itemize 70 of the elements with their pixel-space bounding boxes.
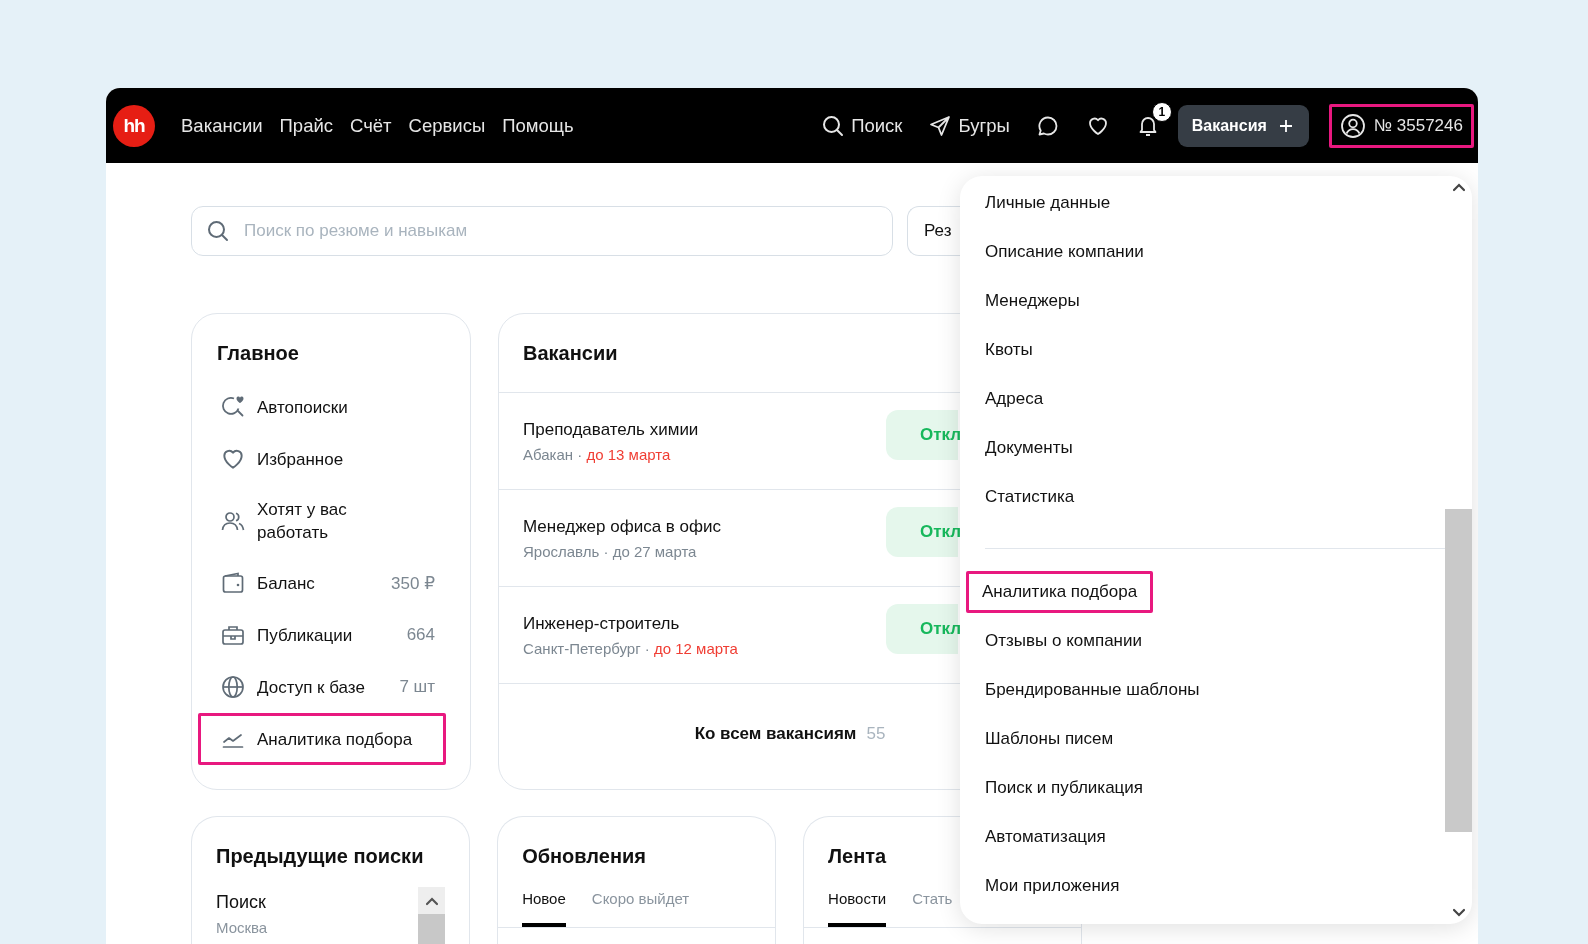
card-title: Главное (216, 342, 299, 365)
menu-item-row[interactable]: Доступ к базе 7 шт (196, 661, 466, 713)
dropdown-item[interactable]: Отзывы о компании (960, 620, 1145, 662)
user-icon (1339, 112, 1366, 139)
scroll-down-icon[interactable] (1451, 908, 1466, 918)
dropdown-item[interactable]: Поиск и публикация (960, 767, 1147, 809)
dropdown-item[interactable]: Аналитика подбора (966, 571, 1154, 613)
search-icon (821, 113, 846, 138)
all-vacancies-link[interactable]: Ко всем вакансиям (694, 724, 857, 744)
dropdown-item[interactable]: Квоты (960, 329, 1036, 371)
region-link[interactable]: Бугры (928, 113, 1010, 138)
card-title: Вакансии (522, 341, 619, 366)
search-link[interactable]: Поиск (821, 113, 903, 138)
menu-item[interactable]: Автопоиски (196, 381, 466, 433)
dropdown-item[interactable]: Автоматизация (960, 816, 1109, 858)
new-vacancy-button[interactable]: Вакансия (1177, 104, 1309, 147)
plus-icon (1278, 118, 1293, 133)
dropdown-item[interactable]: Личные данные (960, 182, 1114, 224)
search-place: Москва (216, 919, 269, 936)
dropdown-item[interactable]: Брендированные шаблоны (960, 669, 1203, 711)
send-icon (928, 113, 953, 138)
nav-link[interactable]: Вакансии (181, 114, 263, 137)
globe-icon (220, 674, 246, 700)
vacancy-count: 55 (866, 724, 886, 744)
dropdown-item[interactable]: Описание компании (960, 231, 1147, 273)
dropdown-item[interactable]: Документы (960, 427, 1076, 469)
tab[interactable]: Новое (522, 890, 566, 927)
nav-link[interactable]: Прайс (279, 114, 334, 137)
wallet-icon (220, 570, 246, 596)
menu-item-row[interactable]: Публикации 664 (196, 609, 466, 661)
scroll-up-icon[interactable] (1451, 182, 1466, 192)
card-title: Обновления (521, 845, 647, 868)
dropdown-item[interactable]: Статистика (960, 476, 1078, 518)
scroll-up-icon (424, 895, 439, 906)
menu-item[interactable]: Аналитика подбора (198, 713, 446, 765)
notification-badge: 1 (1151, 101, 1172, 122)
tab[interactable]: Новости (828, 890, 887, 927)
vacancy-title[interactable]: Инженер-строитель (523, 613, 680, 634)
menu-item-label[interactable]: Баланс (257, 571, 381, 595)
menu-item-label[interactable]: Публикации (257, 623, 396, 647)
search-input[interactable]: Поиск по резюме и навыкам (242, 220, 878, 242)
nav-link[interactable]: Счёт (350, 114, 392, 137)
menu-item-count: 7 шт (399, 677, 435, 697)
dropdown-item[interactable]: Мои приложения (960, 865, 1123, 907)
search-icon (206, 219, 230, 243)
menu-item[interactable]: Хотят у вас работать (196, 485, 466, 557)
card-title: Предыдущие поиски (216, 845, 424, 868)
menu-item-row[interactable]: Баланс 350 ₽ (196, 557, 466, 609)
dropdown-item[interactable]: Шаблоны писем (960, 718, 1117, 760)
menu-item[interactable]: Избранное (196, 433, 466, 485)
scrollbar[interactable] (418, 887, 446, 944)
resume-search-button[interactable]: Рез (907, 206, 960, 256)
menu-item-label[interactable]: Доступ к базе (257, 675, 389, 699)
logo[interactable]: hh (113, 104, 155, 147)
vacancy-title[interactable]: Преподаватель химии (523, 419, 699, 440)
nav-link[interactable]: Помощь (502, 114, 574, 137)
vacancy-meta: Санкт-Петербург · до 12 марта (523, 639, 739, 657)
dropdown-item[interactable]: Менеджеры (960, 280, 1083, 322)
menu-item-count: 350 ₽ (391, 572, 435, 594)
card-title: Лента (827, 845, 888, 868)
scrollbar-thumb[interactable] (1445, 509, 1472, 832)
vacancy-meta: Абакан · до 13 марта (523, 445, 672, 463)
menu-item-count: 664 (406, 625, 435, 645)
vacancy-title[interactable]: Менеджер офиса в офис (523, 516, 721, 537)
search-field[interactable]: Поиск по резюме и навыкам (191, 206, 893, 256)
nav-link[interactable]: Сервисы (408, 114, 486, 137)
search-query[interactable]: Поиск (216, 892, 419, 913)
vacancy-meta: Ярославль · до 27 марта (523, 542, 698, 560)
account-button[interactable]: № 3557246 (1328, 103, 1474, 148)
dropdown-item[interactable]: Адреса (960, 378, 1047, 420)
